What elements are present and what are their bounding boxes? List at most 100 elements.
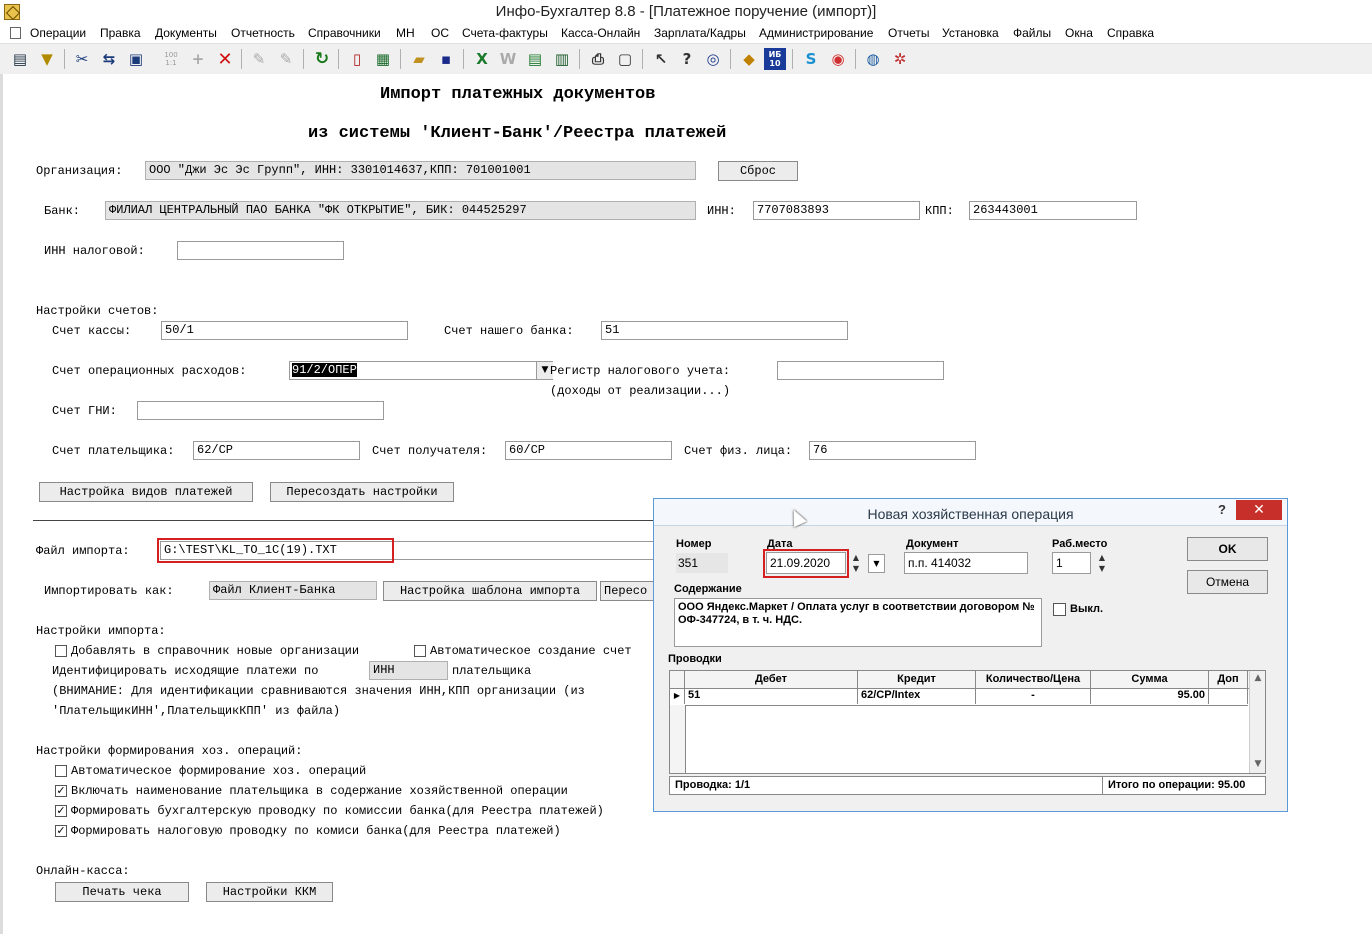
date-spinner-icon[interactable]: ▲ ▼ (851, 552, 861, 574)
inn-field[interactable]: 7707083893 (753, 201, 920, 220)
word-icon[interactable]: W (497, 48, 519, 70)
recipient-account-field[interactable]: 60/СР (505, 441, 672, 460)
calculator-icon[interactable]: ▦ (372, 48, 394, 70)
payment-types-button[interactable]: Настройка видов платежей (39, 482, 253, 502)
person-account-field[interactable]: 76 (809, 441, 976, 460)
filter-icon[interactable]: ▼ (36, 48, 58, 70)
date-dropdown-icon[interactable]: ▼ (868, 554, 885, 573)
refresh-icon[interactable]: ↻ (311, 48, 333, 70)
identify-field[interactable]: ИНН (369, 661, 448, 680)
menu-admin[interactable]: Администрирование (759, 26, 873, 40)
web-icon[interactable]: ◍ (862, 48, 884, 70)
list-icon[interactable]: ▤ (9, 48, 31, 70)
pen-multi-icon[interactable]: ✎ (275, 48, 297, 70)
bank-field[interactable]: ФИЛИАЛ ЦЕНТРАЛЬНЫЙ ПАО БАНКА "ФК ОТКРЫТИ… (105, 201, 696, 220)
context-help-icon[interactable]: ? (676, 48, 698, 70)
open-folder-icon[interactable]: ▰ (408, 48, 430, 70)
gni-account-field[interactable] (137, 401, 384, 420)
workplace-field[interactable]: 1 (1052, 552, 1091, 574)
cancel-button[interactable]: Отмена (1187, 570, 1268, 594)
zoom-icon[interactable]: 100 1:1 (160, 48, 182, 70)
pen-icon[interactable]: ✎ (248, 48, 270, 70)
content-field[interactable]: ООО Яндекс.Маркет / Оплата услуг в соотв… (674, 598, 1042, 647)
menu-doc-icon[interactable] (10, 27, 21, 39)
cell-credit[interactable]: 62/СР/Intex (858, 688, 976, 704)
paste-icon[interactable]: ▣ (125, 48, 147, 70)
payer-account-field[interactable]: 62/СР (193, 441, 360, 460)
save-icon[interactable]: ▪ (435, 48, 457, 70)
dialog-help-button[interactable]: ? (1214, 502, 1230, 520)
move-icon[interactable]: ⇆ (98, 48, 120, 70)
scroll-down-icon[interactable]: ▼ (1250, 759, 1265, 769)
support-icon[interactable]: ◉ (827, 48, 849, 70)
preview-icon[interactable]: ▢ (614, 48, 636, 70)
cash-account-field[interactable]: 50/1 (161, 321, 408, 340)
menu-setup[interactable]: Установка (942, 26, 999, 40)
ok-button[interactable]: OK (1187, 537, 1268, 561)
recreate-import-button[interactable]: Пересо (600, 581, 658, 601)
app-logo-icon[interactable]: ◆ (738, 48, 760, 70)
ib10-icon[interactable]: ИБ 10 (764, 48, 786, 70)
table-row[interactable]: ▶ 51 62/СР/Intex - 95.00 (670, 688, 1248, 706)
entries-scrollbar[interactable]: ▲ ▼ (1249, 671, 1265, 773)
add-icon[interactable]: + (187, 48, 209, 70)
add-orgs-checkbox[interactable] (55, 645, 67, 657)
spreadsheet-icon[interactable]: ▥ (551, 48, 573, 70)
menu-references[interactable]: Справочники (308, 26, 381, 40)
menu-payroll[interactable]: Зарплата/Кадры (654, 26, 746, 40)
col-credit[interactable]: Кредит (858, 671, 976, 688)
network-icon[interactable]: ✲ (889, 48, 911, 70)
cell-extra[interactable] (1209, 688, 1248, 704)
menu-windows[interactable]: Окна (1065, 26, 1093, 40)
help-pointer-icon[interactable]: ↖ (650, 48, 672, 70)
menu-edit[interactable]: Правка (100, 26, 141, 40)
menu-os[interactable]: ОС (431, 26, 449, 40)
menu-cash-online[interactable]: Касса-Онлайн (561, 26, 640, 40)
auto-create-checkbox[interactable] (414, 645, 426, 657)
col-qty-price[interactable]: Количество/Цена (976, 671, 1091, 688)
recreate-settings-button[interactable]: Пересоздать настройки (270, 482, 454, 502)
menu-documents[interactable]: Документы (155, 26, 217, 40)
reset-button[interactable]: Сброс (718, 161, 798, 181)
excel-export-icon[interactable]: ▤ (524, 48, 546, 70)
tax-inn-field[interactable] (177, 241, 344, 260)
print-icon[interactable]: ⎙ (587, 48, 609, 70)
off-checkbox[interactable] (1053, 603, 1066, 616)
menu-help[interactable]: Справка (1107, 26, 1154, 40)
delete-icon[interactable]: ✕ (214, 48, 236, 70)
pdf-icon[interactable]: ▯ (346, 48, 368, 70)
import-as-field[interactable]: Файл Клиент-Банка (209, 581, 377, 600)
cell-debit[interactable]: 51 (685, 688, 858, 704)
cell-qty[interactable]: - (976, 688, 1091, 704)
compass-icon[interactable]: ◎ (702, 48, 724, 70)
excel-icon[interactable]: X (471, 48, 493, 70)
menu-invoices[interactable]: Счета-фактуры (462, 26, 548, 40)
col-sum[interactable]: Сумма (1091, 671, 1209, 688)
import-template-button[interactable]: Настройка шаблона импорта (383, 581, 597, 601)
menu-operations[interactable]: Операции (30, 26, 86, 40)
tax-register-field[interactable] (777, 361, 944, 380)
menu-reports[interactable]: Отчеты (888, 26, 929, 40)
include-payer-checkbox[interactable]: ✓ (55, 785, 67, 797)
menu-files[interactable]: Файлы (1013, 26, 1051, 40)
org-field[interactable]: ООО "Джи Эс Эс Групп", ИНН: 3301014637,К… (145, 161, 696, 180)
col-extra[interactable]: Доп (1209, 671, 1248, 688)
dialog-close-icon[interactable]: ✕ (1236, 500, 1282, 520)
print-check-button[interactable]: Печать чека (55, 882, 189, 902)
kkm-settings-button[interactable]: Настройки ККМ (206, 882, 333, 902)
op-expense-combo[interactable]: 91/2/ОПЕР (289, 361, 553, 380)
bank-account-field[interactable]: 51 (601, 321, 848, 340)
scroll-up-icon[interactable]: ▲ (1250, 673, 1265, 683)
kpp-field[interactable]: 263443001 (969, 201, 1137, 220)
document-field[interactable]: п.п. 414032 (904, 552, 1028, 574)
menu-reports-tax[interactable]: Отчетность (231, 26, 295, 40)
col-debit[interactable]: Дебет (685, 671, 858, 688)
workplace-spinner-icon[interactable]: ▲ ▼ (1097, 552, 1107, 574)
cut-icon[interactable]: ✂ (71, 48, 93, 70)
auto-ops-checkbox[interactable] (55, 765, 67, 777)
menu-mn[interactable]: МН (396, 26, 415, 40)
bank-fee-accounting-checkbox[interactable]: ✓ (55, 805, 67, 817)
cell-sum[interactable]: 95.00 (1091, 688, 1209, 704)
bank-fee-tax-checkbox[interactable]: ✓ (55, 825, 67, 837)
skype-icon[interactable]: S (800, 48, 822, 70)
